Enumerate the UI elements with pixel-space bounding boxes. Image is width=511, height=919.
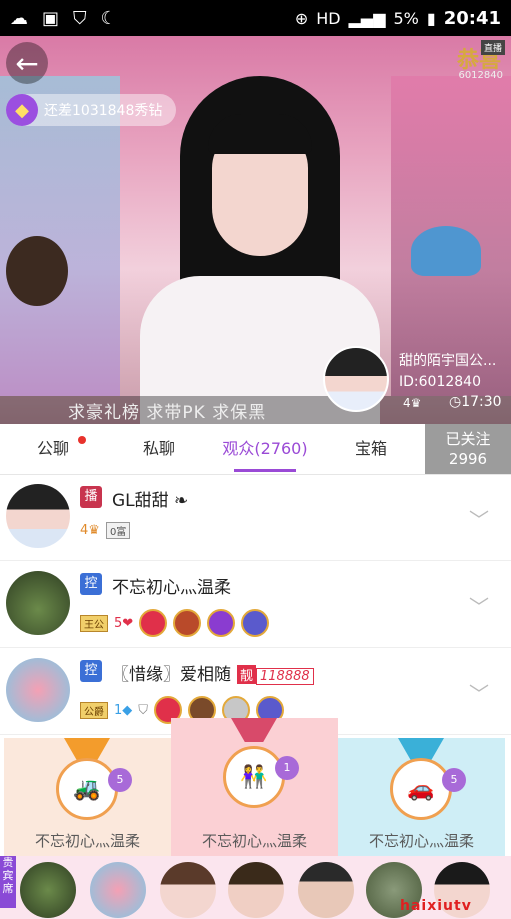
avatar[interactable] bbox=[298, 862, 354, 918]
watermark: haixiutv bbox=[400, 898, 472, 914]
rank-card[interactable]: 🚗 5 不忘初心灬温柔 bbox=[338, 738, 505, 856]
battery-percent: 5% bbox=[393, 8, 419, 28]
pretty-number-label: 靓 bbox=[237, 665, 257, 684]
back-button[interactable]: ← bbox=[6, 42, 48, 84]
list-item[interactable]: 控 不忘初心灬温柔 王公 5❤ ﹀ bbox=[0, 561, 511, 648]
tab-private-chat[interactable]: 私聊 bbox=[106, 424, 212, 474]
network-label: HD bbox=[316, 8, 341, 28]
follower-count: 2996 bbox=[448, 450, 488, 468]
rank-count: 1 bbox=[275, 756, 299, 780]
crown-icon: ♛ bbox=[410, 396, 422, 410]
rank-count: 5 bbox=[108, 768, 132, 792]
live-duration: ◷17:30 bbox=[449, 394, 502, 410]
moon-icon: ☾ bbox=[100, 7, 117, 29]
heart-medal-icon bbox=[139, 609, 168, 637]
user-name: 〖惜缘〗爱相随靓 118888 bbox=[112, 660, 314, 685]
rank-card[interactable]: 👫 1 不忘初心灬温柔 bbox=[171, 718, 338, 856]
gift-gap-text: 还差1031848秀钻 bbox=[44, 103, 163, 119]
rank-name: 不忘初心灬温柔 bbox=[34, 832, 140, 850]
shield-badge-icon: ⛉ bbox=[138, 702, 149, 718]
role-badge: 控 bbox=[80, 573, 102, 595]
host-name: 甜的陌宇国公... bbox=[399, 353, 497, 369]
tab-audience[interactable]: 观众(2760) bbox=[212, 424, 318, 474]
avatar[interactable] bbox=[228, 862, 284, 918]
status-bar: ☁ ▣ ⛉ ☾ ⊕ HD ▂▄▆ 5% ▮ 20:41 bbox=[0, 0, 511, 36]
image-icon: ▣ bbox=[42, 7, 60, 29]
shield-icon: ⛉ bbox=[73, 7, 87, 29]
data-saver-icon: ⊕ bbox=[294, 8, 309, 28]
vip-label: 贵宾席 bbox=[0, 856, 16, 908]
rank-card[interactable]: 🚜 5 不忘初心灬温柔 bbox=[4, 738, 171, 856]
gift-icon: 🚜 bbox=[56, 758, 118, 820]
noble-tag: 公爵 bbox=[80, 701, 108, 719]
brand-id: 6012840 bbox=[458, 70, 503, 81]
signal-icon: ▂▄▆ bbox=[348, 8, 386, 28]
stream-slogan: 求豪礼榜 求带PK 求保黑 bbox=[68, 403, 267, 423]
clock: 20:41 bbox=[443, 7, 501, 29]
avatar[interactable] bbox=[90, 862, 146, 918]
list-item[interactable]: 播 GL甜甜 ❧ 4♛ 0富 ﹀ bbox=[0, 474, 511, 561]
gift-gap-pill[interactable]: ◆ 还差1031848秀钻 bbox=[6, 94, 177, 126]
avatar[interactable] bbox=[160, 862, 216, 918]
rank-name: 不忘初心灬温柔 bbox=[201, 832, 307, 850]
host-level: 4♛ bbox=[403, 396, 422, 410]
user-name: 不忘初心灬温柔 bbox=[112, 578, 231, 598]
badge-medal-icon bbox=[207, 609, 236, 637]
role-badge: 播 bbox=[80, 486, 102, 508]
tab-treasure[interactable]: 宝箱 bbox=[318, 424, 424, 474]
avatar[interactable] bbox=[6, 484, 70, 548]
brand-badge: 直播 bbox=[480, 40, 505, 55]
avatar[interactable] bbox=[6, 571, 70, 635]
user-badges: 王公 5❤ bbox=[80, 609, 270, 637]
chevron-down-icon[interactable]: ﹀ bbox=[469, 591, 489, 620]
arrow-left-icon: ← bbox=[15, 46, 39, 80]
badge-medal-icon bbox=[173, 609, 202, 637]
chevron-down-icon[interactable]: ﹀ bbox=[469, 504, 489, 533]
unread-dot bbox=[78, 436, 86, 444]
gift-icon: 🚗 bbox=[390, 758, 452, 820]
car-medal-icon bbox=[241, 609, 270, 637]
host-avatar[interactable] bbox=[323, 346, 389, 412]
toy-monkey bbox=[6, 236, 68, 306]
tab-public-chat[interactable]: 公聊 bbox=[0, 424, 106, 474]
battery-icon: ▮ bbox=[426, 8, 436, 28]
avatar[interactable] bbox=[20, 862, 76, 918]
butterfly-decor bbox=[411, 226, 481, 276]
rank-name: 不忘初心灬温柔 bbox=[368, 832, 474, 850]
noble-tag: 王公 bbox=[80, 614, 108, 632]
host-card[interactable]: 甜的陌宇国公... ID:6012840 4♛ ◷17:30 bbox=[323, 346, 511, 412]
rank-count: 5 bbox=[442, 768, 466, 792]
chevron-down-icon[interactable]: ﹀ bbox=[469, 678, 489, 707]
pretty-number: 118888 bbox=[256, 668, 314, 685]
wealth-tag: 0富 bbox=[105, 522, 131, 539]
user-name: GL甜甜 ❧ bbox=[112, 491, 189, 511]
diamond-icon: ◆ bbox=[6, 94, 38, 126]
host-id: ID:6012840 bbox=[399, 374, 481, 390]
avatar[interactable] bbox=[6, 658, 70, 722]
cloud-icon: ☁ bbox=[10, 7, 28, 29]
follow-button[interactable]: 已关注 2996 bbox=[425, 424, 511, 474]
role-badge: 控 bbox=[80, 660, 102, 682]
gift-icon: 👫 bbox=[223, 746, 285, 808]
audience-list: 播 GL甜甜 ❧ 4♛ 0富 ﹀ 控 不忘初心灬温柔 王公 5❤ ﹀ 控 〖惜缘… bbox=[0, 474, 511, 735]
user-badges: 4♛ 0富 bbox=[80, 522, 131, 539]
clock-icon: ◷ bbox=[449, 394, 462, 410]
